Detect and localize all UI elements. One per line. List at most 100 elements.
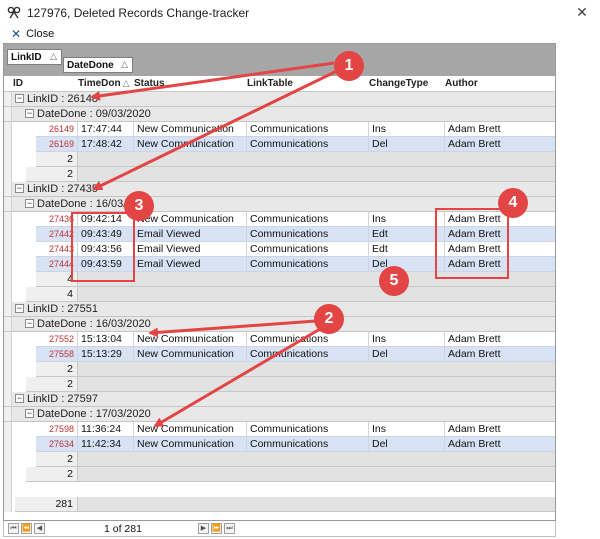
table-row[interactable]: 26169 17:48:42 New Communication Communicat… [4,137,555,152]
cell-time[interactable]: 09:43:49 [78,227,134,242]
cell-status[interactable]: New Communication [134,422,247,437]
cell-status[interactable]: New Communication [134,137,247,152]
cell-author[interactable]: Adam Brett [445,227,555,242]
column-header-status[interactable]: Status [134,78,165,89]
cell-time[interactable]: 17:48:42 [78,137,134,152]
close-button[interactable]: ✕ Close [11,27,54,41]
cell-author[interactable]: Adam Brett [445,347,555,362]
cell-changetype[interactable]: Ins [369,422,445,437]
footer-filler [78,467,555,482]
collapse-group-icon[interactable]: − [25,319,34,328]
collapse-group-icon[interactable]: − [15,304,24,313]
cell-linktable[interactable]: Communications [247,212,369,227]
cell-id[interactable]: 27436 [36,212,78,227]
prev-page-icon[interactable]: ⏪ [21,523,32,534]
cell-time[interactable]: 09:42:14 [78,212,134,227]
cell-changetype[interactable]: Ins [369,212,445,227]
cell-status[interactable]: New Communication [134,332,247,347]
column-header-changetype[interactable]: ChangeType [369,78,428,89]
cell-id[interactable]: 27443 [36,242,78,257]
next-page-icon[interactable]: ⏩ [211,523,222,534]
column-header-author[interactable]: Author [445,78,478,89]
cell-author[interactable]: Adam Brett [445,422,555,437]
cell-author[interactable]: Adam Brett [445,242,555,257]
cell-changetype[interactable]: Del [369,347,445,362]
cell-linktable[interactable]: Communications [247,122,369,137]
table-row[interactable]: 27442 09:43:49 Email Viewed Communications E… [4,227,555,242]
cell-author[interactable]: Adam Brett [445,212,555,227]
cell-changetype[interactable]: Ins [369,122,445,137]
group-count: 2 [26,167,78,182]
group-count: 281 [15,497,78,512]
last-record-icon[interactable]: ⏭ [224,523,235,534]
cell-status[interactable]: New Communication [134,212,247,227]
cell-id[interactable]: 27558 [36,347,78,362]
collapse-group-icon[interactable]: − [25,409,34,418]
cell-linktable[interactable]: Communications [247,422,369,437]
cell-time[interactable]: 17:47:44 [78,122,134,137]
cell-id[interactable]: 27552 [36,332,78,347]
next-record-icon[interactable]: ▶ [198,523,209,534]
cell-author[interactable]: Adam Brett [445,257,555,272]
cell-status[interactable]: Email Viewed [134,257,247,272]
cell-status[interactable]: Email Viewed [134,227,247,242]
cell-author[interactable]: Adam Brett [445,122,555,137]
column-header-id[interactable]: ID [13,78,23,89]
cell-id[interactable]: 26149 [36,122,78,137]
prev-record-icon[interactable]: ◀ [34,523,45,534]
cell-changetype[interactable]: Del [369,437,445,452]
cell-linktable[interactable]: Communications [247,242,369,257]
cell-time[interactable]: 09:43:59 [78,257,134,272]
table-row[interactable]: 27436 09:42:14 New Communication Communicat… [4,212,555,227]
table-row[interactable]: 27444 09:43:59 Email Viewed Communications D… [4,257,555,272]
cell-linktable[interactable]: Communications [247,347,369,362]
table-row[interactable]: 27443 09:43:56 Email Viewed Communications E… [4,242,555,257]
cell-id[interactable]: 27444 [36,257,78,272]
footer-filler [78,362,555,377]
cell-time[interactable]: 11:42:34 [78,437,134,452]
cell-linktable[interactable]: Communications [247,137,369,152]
column-header-timedone[interactable]: TimeDon △ [78,78,130,89]
cell-time[interactable]: 09:43:56 [78,242,134,257]
group-chip-linkid[interactable]: LinkID △ [7,49,62,65]
cell-status[interactable]: New Communication [134,347,247,362]
first-record-icon[interactable]: ⏮ [8,523,19,534]
cell-id[interactable]: 27634 [36,437,78,452]
cell-linktable[interactable]: Communications [247,257,369,272]
cell-status[interactable]: Email Viewed [134,242,247,257]
row-indicator [4,287,12,302]
cell-linktable[interactable]: Communications [247,227,369,242]
collapse-group-icon[interactable]: − [15,184,24,193]
table-row[interactable]: 27598 11:36:24 New Communication Communicat… [4,422,555,437]
cell-changetype[interactable]: Edt [369,242,445,257]
row-indicator [4,377,12,392]
cell-linktable[interactable]: Communications [247,437,369,452]
table-row[interactable]: 27552 15:13:04 New Communication Communicat… [4,332,555,347]
column-header-linktable[interactable]: LinkTable [247,78,293,89]
cell-time[interactable]: 11:36:24 [78,422,134,437]
cell-status[interactable]: New Communication [134,437,247,452]
cell-author[interactable]: Adam Brett [445,137,555,152]
window-close-icon[interactable]: ✕ [574,4,590,20]
table-row[interactable]: 26149 17:47:44 New Communication Communicat… [4,122,555,137]
cell-changetype[interactable]: Edt [369,227,445,242]
table-row[interactable]: 27558 15:13:29 New Communication Communicat… [4,347,555,362]
collapse-group-icon[interactable]: − [15,94,24,103]
cell-status[interactable]: New Communication [134,122,247,137]
cell-author[interactable]: Adam Brett [445,332,555,347]
cell-changetype[interactable]: Ins [369,332,445,347]
table-row[interactable]: 27634 11:42:34 New Communication Communicat… [4,437,555,452]
cell-id[interactable]: 26169 [36,137,78,152]
collapse-group-icon[interactable]: − [25,109,34,118]
group-chip-datedone[interactable]: DateDone △ [63,57,133,73]
cell-changetype[interactable]: Del [369,257,445,272]
collapse-group-icon[interactable]: − [25,199,34,208]
cell-changetype[interactable]: Del [369,137,445,152]
collapse-group-icon[interactable]: − [15,394,24,403]
cell-time[interactable]: 15:13:29 [78,347,134,362]
cell-linktable[interactable]: Communications [247,332,369,347]
cell-id[interactable]: 27598 [36,422,78,437]
cell-id[interactable]: 27442 [36,227,78,242]
cell-time[interactable]: 15:13:04 [78,332,134,347]
cell-author[interactable]: Adam Brett [445,437,555,452]
